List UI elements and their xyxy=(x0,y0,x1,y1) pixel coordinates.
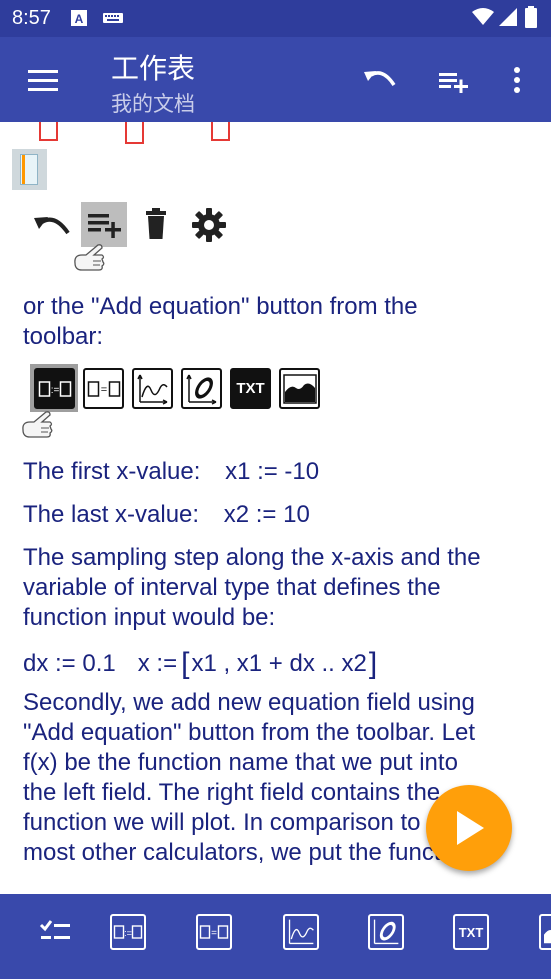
bottom-image-button[interactable] xyxy=(539,914,551,950)
function-plot-icon xyxy=(288,919,314,945)
parametric-plot-icon xyxy=(373,919,399,945)
run-button[interactable] xyxy=(426,785,512,871)
text-button[interactable]: TXT xyxy=(230,368,271,409)
paragraph-sampling: The sampling step along the x-axis and t… xyxy=(23,544,481,631)
first-x-expression[interactable]: x1 := -10 xyxy=(225,458,319,485)
equation-icon: := xyxy=(113,925,143,939)
right-bracket: ] xyxy=(368,647,378,680)
menu-button[interactable] xyxy=(24,61,62,99)
image-icon xyxy=(282,373,317,404)
playlist-add-icon xyxy=(88,214,121,238)
last-x-label: The last x-value: xyxy=(23,501,200,528)
equation-icon: := xyxy=(38,380,71,397)
equation-placeholders xyxy=(39,122,230,144)
svg-text:A: A xyxy=(75,12,84,26)
more-vert-icon xyxy=(514,67,520,93)
app-bar: 工作表 我的文档 xyxy=(0,37,551,122)
bottom-text-button[interactable]: TXT xyxy=(453,914,489,950)
undo-button[interactable] xyxy=(360,61,400,99)
svg-text:=: = xyxy=(100,384,106,396)
last-x-expression[interactable]: x2 := 10 xyxy=(224,501,310,528)
undo-icon xyxy=(364,71,396,86)
bottom-text-label: TXT xyxy=(458,924,484,940)
dx-expression[interactable]: dx := 0.1 xyxy=(23,650,116,678)
bottom-toolbar: := = TXT xyxy=(0,894,551,979)
hand-pointer-icon xyxy=(22,411,53,438)
signal-icon xyxy=(499,8,517,30)
equality-icon: = xyxy=(199,925,229,939)
add-equation-button[interactable] xyxy=(433,61,473,99)
undo-icon xyxy=(34,217,70,235)
keyboard-icon xyxy=(103,10,123,29)
svg-text::=: := xyxy=(124,928,132,938)
equality-button[interactable]: = xyxy=(83,368,124,409)
left-bracket: [ xyxy=(181,647,190,680)
bottom-parametric-plot-button[interactable] xyxy=(368,914,404,950)
first-x-label: The first x-value: xyxy=(23,458,201,485)
x-assign-label: x := xyxy=(137,650,178,677)
parametric-plot-icon xyxy=(185,374,216,405)
settings-icon xyxy=(192,208,226,242)
battery-icon xyxy=(525,6,537,32)
function-plot-button[interactable] xyxy=(132,368,173,409)
status-time: 8:57 xyxy=(12,7,51,29)
delete-icon xyxy=(146,208,166,239)
hamburger-icon xyxy=(28,70,58,91)
svg-text::=: := xyxy=(50,385,59,396)
image-button[interactable] xyxy=(279,368,320,409)
status-bar: 8:57 A xyxy=(0,0,551,37)
last-x-row: The last x-value: x2 := 10 xyxy=(23,501,310,529)
svg-text:=: = xyxy=(211,928,217,939)
play-icon xyxy=(457,811,484,845)
bottom-equality-button[interactable]: = xyxy=(196,914,232,950)
parametric-plot-button[interactable] xyxy=(181,368,222,409)
text-cursor-box xyxy=(12,149,47,190)
paragraph-add-equation: or the "Add equation" button from the to… xyxy=(23,293,418,350)
playlist-add-icon xyxy=(439,73,468,93)
function-plot-icon xyxy=(136,374,168,405)
wifi-icon xyxy=(472,8,494,30)
text-button-label: TXT xyxy=(236,380,265,397)
page-title: 工作表 xyxy=(111,52,196,85)
equality-icon: = xyxy=(87,380,120,397)
equation-button[interactable]: := xyxy=(34,368,75,409)
x-interval-expression[interactable]: x1 , x1 + dx .. x2 xyxy=(191,650,366,678)
paragraph-second: Secondly, we add new equation field usin… xyxy=(23,689,476,866)
image-icon xyxy=(544,929,551,944)
hand-pointer-icon xyxy=(74,244,105,271)
bottom-equation-button[interactable]: := xyxy=(110,914,146,950)
worksheet-content[interactable]: or the "Add equation" button from the to… xyxy=(0,122,551,894)
add-equation-highlight xyxy=(81,202,127,247)
interval-row: dx := 0.1 x := [ x1 , x1 + dx .. x2 ] xyxy=(23,647,377,681)
page-subtitle: 我的文档 xyxy=(111,92,195,116)
checklist-icon xyxy=(39,920,70,939)
keyboard-a-icon: A xyxy=(71,10,87,30)
checklist-button[interactable] xyxy=(37,914,73,950)
first-x-row: The first x-value: x1 := -10 xyxy=(23,458,319,486)
more-options-button[interactable] xyxy=(503,61,531,99)
bottom-function-plot-button[interactable] xyxy=(283,914,319,950)
